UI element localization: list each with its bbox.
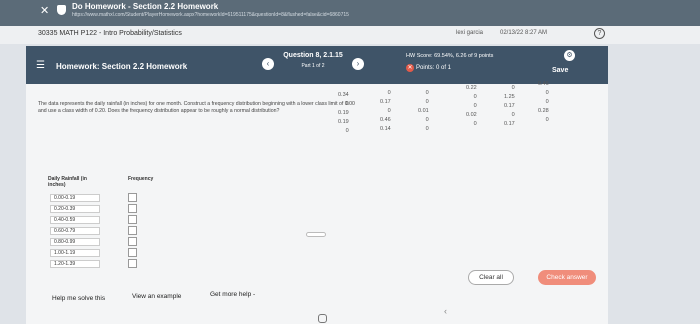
table-row: 0.20-0.39 [48, 204, 168, 214]
table-row: 0.40-0.59 [48, 215, 168, 225]
chevron-left-icon[interactable]: ‹ [262, 58, 274, 70]
gear-icon[interactable]: ⚙ [564, 50, 575, 61]
data-value: 0.22 [466, 85, 477, 91]
data-value: 0.28 [538, 108, 549, 114]
data-value: 0 [545, 117, 549, 123]
table-row: 0.60-0.79 [48, 226, 168, 236]
table-row: 1.20-1.39 [48, 259, 168, 269]
data-column: 0.34 0 0.19 0.19 0 [338, 91, 349, 136]
help-me-solve-button[interactable]: Help me solve this [52, 295, 105, 302]
frequency-input[interactable] [128, 193, 137, 202]
class-label: 0.00-0.19 [50, 194, 100, 202]
data-value: 0.17 [380, 99, 391, 105]
class-label: 1.00-1.19 [50, 249, 100, 257]
homework-title: Homework: Section 2.2 Homework [56, 62, 188, 71]
question-part: Part 1 of 2 [301, 63, 325, 69]
data-value: 0 [425, 117, 429, 123]
data-value: 0 [511, 112, 515, 118]
data-column: 0 0.17 0 0.46 0.14 [380, 89, 391, 134]
frequency-input[interactable] [128, 259, 137, 268]
data-value: 0 [545, 90, 549, 96]
column-header-rainfall: Daily Rainfall (in inches) [48, 176, 87, 188]
class-label: 1.20-1.39 [50, 260, 100, 268]
data-column: 0.22 0 0 0.02 0 [466, 84, 477, 129]
data-value: 0 [387, 90, 391, 96]
chevron-right-icon[interactable]: › [352, 58, 364, 70]
url-text[interactable]: https://www.mathxl.com/Student/PlayerHom… [72, 12, 462, 18]
question-number: Question 8, 2.1.15 [283, 52, 343, 59]
clear-all-button[interactable]: Clear all [468, 270, 514, 285]
frequency-input[interactable] [128, 226, 137, 235]
shield-icon [57, 5, 66, 15]
class-label: 0.40-0.59 [50, 216, 100, 224]
problem-text: The data represents the daily rainfall (… [38, 101, 355, 114]
data-value: 0 [345, 101, 349, 107]
hw-score: HW Score: 69.54%, 6.26 of 9 points [406, 53, 494, 59]
page-icon[interactable] [318, 314, 327, 323]
table-row: 1.00-1.19 [48, 248, 168, 258]
data-value: 0 [425, 90, 429, 96]
close-icon[interactable]: ✕ [40, 4, 49, 17]
data-value: 0.46 [538, 81, 549, 87]
data-value: 0.14 [380, 126, 391, 132]
chevron-left-icon[interactable]: ‹ [444, 306, 447, 316]
points-status: ✕ Points: 0 of 1 [406, 64, 451, 72]
data-value: 0 [473, 103, 477, 109]
data-value: 0.17 [504, 121, 515, 127]
data-value: 0 [473, 94, 477, 100]
data-value: 0 [345, 128, 349, 134]
tab-title: Do Homework - Section 2.2 Homework [72, 2, 219, 11]
menu-icon[interactable]: ☰ [36, 60, 45, 71]
data-value: 0 [387, 108, 391, 114]
frequency-input[interactable] [128, 215, 137, 224]
data-column: 0 0 0.01 0 0 [418, 89, 429, 134]
user-name: lexi garcia [456, 30, 484, 36]
column-header-frequency: Frequency [128, 176, 154, 182]
data-value: 0 [473, 121, 477, 127]
view-example-button[interactable]: View an example [132, 293, 181, 300]
date-time: 02/13/22 8:27 AM [500, 30, 548, 36]
data-value: 0 [511, 85, 515, 91]
class-label: 0.20-0.39 [50, 205, 100, 213]
help-icon[interactable]: ? [594, 28, 605, 39]
frequency-input[interactable] [128, 237, 137, 246]
get-more-help-button[interactable]: Get more help - [210, 291, 255, 298]
class-label: 0.60-0.79 [50, 227, 100, 235]
save-button[interactable]: Save [552, 67, 568, 74]
x-circle-icon: ✕ [406, 64, 414, 72]
data-value: 0.46 [380, 117, 391, 123]
data-value: 0.34 [338, 92, 349, 98]
data-value: 1.25 [504, 94, 515, 100]
data-value: 0.19 [338, 110, 349, 116]
data-value: 0.17 [504, 103, 515, 109]
points-text: Points: 0 of 1 [416, 65, 452, 71]
frequency-input[interactable] [128, 248, 137, 257]
table-row: 0.80-0.99 [48, 237, 168, 247]
question-panel: The data represents the daily rainfall (… [26, 81, 608, 324]
expand-handle[interactable] [306, 232, 326, 237]
check-answer-button[interactable]: Check answer [538, 270, 596, 285]
data-column: 0 1.25 0.17 0 0.17 [504, 84, 515, 129]
table-row: 0.00-0.19 [48, 193, 168, 203]
class-label: 0.80-0.99 [50, 238, 100, 246]
user-bar: 30335 MATH P122 - Intro Probability/Stat… [0, 26, 700, 44]
data-value: 0 [425, 99, 429, 105]
browser-title-bar: ✕ Do Homework - Section 2.2 Homework htt… [0, 0, 700, 26]
homework-header: ☰ Homework: Section 2.2 Homework ‹ Quest… [26, 46, 608, 84]
frequency-input[interactable] [128, 204, 137, 213]
data-value: 0.01 [418, 108, 429, 114]
data-column: 0.46 0 0 0.28 0 [538, 80, 549, 125]
data-value: 0 [425, 126, 429, 132]
course-title: 30335 MATH P122 - Intro Probability/Stat… [38, 30, 182, 37]
data-value: 0 [545, 99, 549, 105]
data-value: 0.02 [466, 112, 477, 118]
data-value: 0.19 [338, 119, 349, 125]
